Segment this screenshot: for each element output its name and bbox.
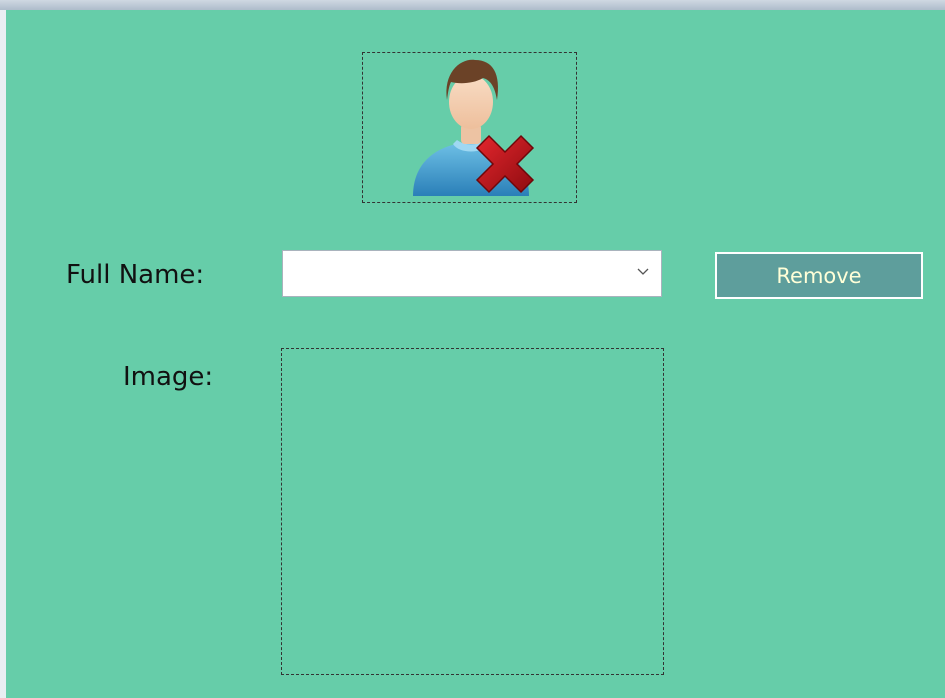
full-name-combobox[interactable] [282,250,662,297]
remove-button[interactable]: Remove [715,252,923,299]
remove-user-panel: Full Name: Remove Image: [6,10,945,698]
full-name-label: Full Name: [66,260,205,290]
image-preview-box[interactable] [281,348,664,675]
chevron-down-icon[interactable] [635,263,651,279]
remove-user-icon [413,59,535,196]
header-image-frame [362,52,577,203]
full-name-input[interactable] [289,259,623,289]
window-top-strip [0,0,945,10]
image-label: Image: [123,362,214,392]
